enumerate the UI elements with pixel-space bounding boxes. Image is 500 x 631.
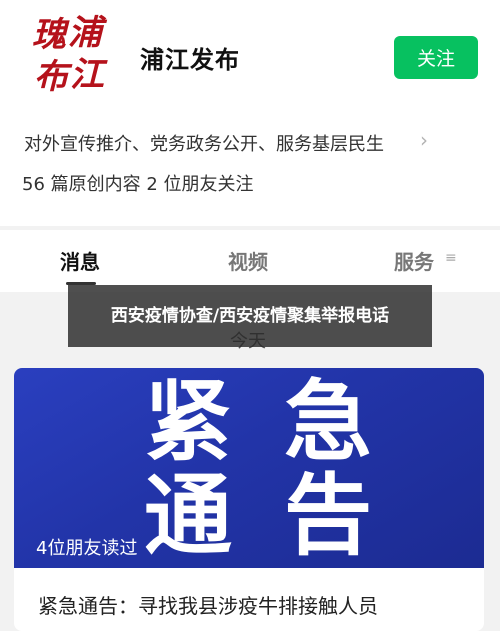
banner-char-1: 紧 (144, 370, 233, 473)
account-name: 浦江发布 (140, 46, 240, 74)
caption-overlay: 西安疫情协查/西安疫情聚集举报电话 (68, 285, 432, 347)
menu-icon[interactable]: ≡ (445, 250, 457, 266)
tab-bar: 消息 视频 服务 ≡ (0, 230, 500, 292)
banner-char-3: 通 (144, 464, 233, 567)
account-stats: 56 篇原创内容 2 位朋友关注 (22, 174, 254, 195)
article-card[interactable]: 紧 急 通 告 4位朋友读过 紧急通告：寻找我县涉疫牛排接触人员 (14, 368, 484, 631)
caption-text: 西安疫情协查/西安疫情聚集举报电话 (110, 306, 390, 326)
tab-services[interactable]: 服务 (394, 246, 434, 275)
logo-char-4: 江 (70, 55, 104, 95)
account-logo: 瑰 浦 布 江 (28, 12, 108, 104)
logo-char-2: 浦 (68, 13, 102, 53)
article-title[interactable]: 紧急通告：寻找我县涉疫牛排接触人员 (38, 590, 378, 619)
profile-header: 瑰 浦 布 江 浦江发布 关注 对外宣传推介、党务政务公开、服务基层民生 › 5… (0, 0, 500, 226)
logo-char-1: 瑰 (32, 15, 66, 55)
chevron-right-icon[interactable]: › (420, 128, 428, 152)
follow-button[interactable]: 关注 (394, 36, 478, 79)
account-description[interactable]: 对外宣传推介、党务政务公开、服务基层民生 (24, 130, 384, 156)
logo-char-3: 布 (34, 57, 68, 97)
tab-messages[interactable]: 消息 (60, 246, 100, 275)
article-banner: 紧 急 通 告 4位朋友读过 (14, 368, 484, 568)
banner-char-2: 急 (284, 370, 373, 473)
banner-char-4: 告 (284, 464, 373, 567)
read-count: 4位朋友读过 (36, 538, 138, 559)
tab-videos[interactable]: 视频 (228, 246, 268, 275)
